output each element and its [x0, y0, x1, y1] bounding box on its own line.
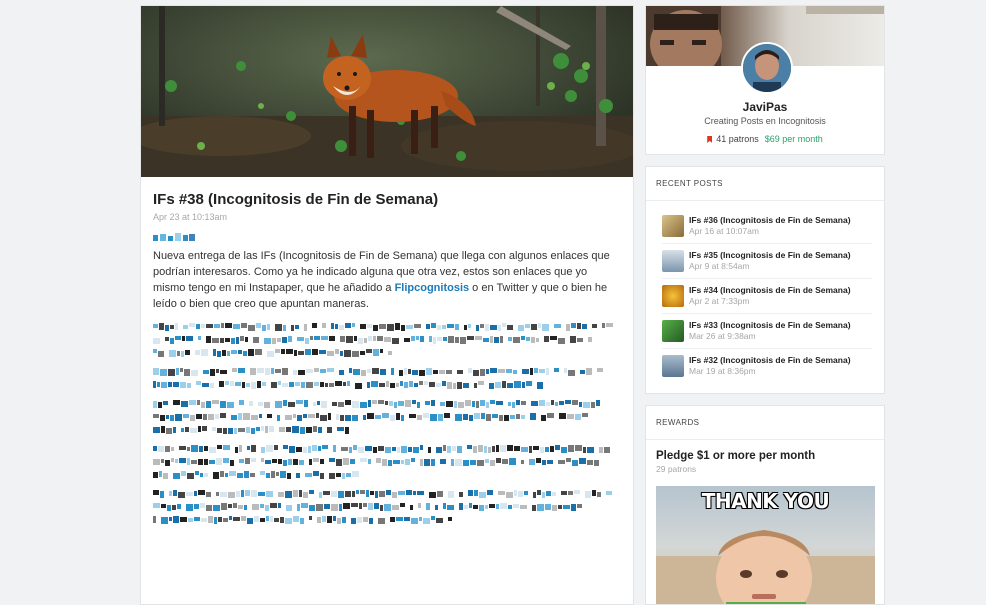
recent-posts-card: RECENT POSTS IFs #36 (Incognitosis de Fi… [645, 166, 885, 394]
post-hero-image [141, 6, 633, 177]
recent-post-item[interactable]: IFs #35 (Incognitosis de Fin de Semana) … [662, 244, 872, 279]
post-card: IFs #38 (Incognitosis de Fin de Semana) … [140, 5, 634, 605]
fox-photo [141, 6, 633, 177]
post-thumbnail [662, 285, 684, 307]
recent-post-date: Apr 16 at 10:07am [689, 226, 759, 236]
recent-post-title[interactable]: IFs #33 (Incognitosis de Fin de Semana) [689, 320, 851, 330]
creator-stats: 41 patrons $69 per month [646, 134, 884, 144]
recent-post-item[interactable]: IFs #32 (Incognitosis de Fin de Semana) … [662, 349, 872, 383]
post-intro: Nueva entrega de las IFs (Incognitosis d… [153, 250, 610, 310]
pixelated-paragraph [153, 399, 621, 434]
pixelated-text [153, 230, 621, 241]
rewards-header: REWARDS [646, 406, 884, 440]
bookmark-icon [707, 136, 713, 143]
creator-avatar[interactable] [741, 42, 793, 94]
creator-tagline: Creating Posts en Incognitosis [704, 116, 826, 126]
recent-posts-list: IFs #36 (Incognitosis de Fin de Semana) … [646, 201, 884, 383]
post-thumbnail [662, 215, 684, 237]
reward-image-caption: THANK YOU [701, 489, 830, 513]
post-title[interactable]: IFs #38 (Incognitosis de Fin de Semana) [153, 191, 621, 208]
pixelated-paragraph [153, 322, 621, 357]
post-thumbnail [662, 320, 684, 342]
reward-tier-title[interactable]: Pledge $1 or more per month [646, 440, 884, 462]
recent-post-title[interactable]: IFs #35 (Incognitosis de Fin de Semana) [689, 250, 851, 260]
creator-card: JaviPas Creating Posts en Incognitosis 4… [645, 5, 885, 155]
recent-post-item[interactable]: IFs #36 (Incognitosis de Fin de Semana) … [662, 209, 872, 244]
pixelated-paragraph [153, 444, 621, 479]
recent-post-item[interactable]: IFs #33 (Incognitosis de Fin de Semana) … [662, 314, 872, 349]
pixelated-content [153, 322, 621, 524]
reward-patron-count: 29 patrons [656, 464, 697, 474]
flipcognitosis-link[interactable]: Flipcognitosis [395, 282, 470, 294]
recent-post-date: Mar 19 at 8:36pm [689, 366, 756, 376]
pixelated-paragraph [153, 367, 621, 389]
recent-post-title[interactable]: IFs #32 (Incognitosis de Fin de Semana) [689, 355, 851, 365]
monthly-amount: $69 per month [764, 134, 823, 144]
recent-post-date: Apr 2 at 7:33pm [689, 296, 750, 306]
post-date: Apr 23 at 10:13am [153, 212, 228, 222]
recent-post-title[interactable]: IFs #36 (Incognitosis de Fin de Semana) [689, 215, 851, 225]
post-thumbnail [662, 355, 684, 377]
recent-post-item[interactable]: IFs #34 (Incognitosis de Fin de Semana) … [662, 279, 872, 314]
post-thumbnail [662, 250, 684, 272]
patron-count: 41 patrons [716, 134, 759, 144]
rewards-card: REWARDS Pledge $1 or more per month 29 p… [645, 405, 885, 605]
creator-name[interactable]: JaviPas [646, 100, 884, 114]
reward-image: THANK YOU [656, 486, 875, 604]
recent-post-date: Apr 9 at 8:54am [689, 261, 750, 271]
pixelated-paragraph [153, 489, 621, 524]
recent-post-date: Mar 26 at 9:38am [689, 331, 756, 341]
recent-post-title[interactable]: IFs #34 (Incognitosis de Fin de Semana) [689, 285, 851, 295]
recent-posts-header: RECENT POSTS [646, 167, 884, 201]
